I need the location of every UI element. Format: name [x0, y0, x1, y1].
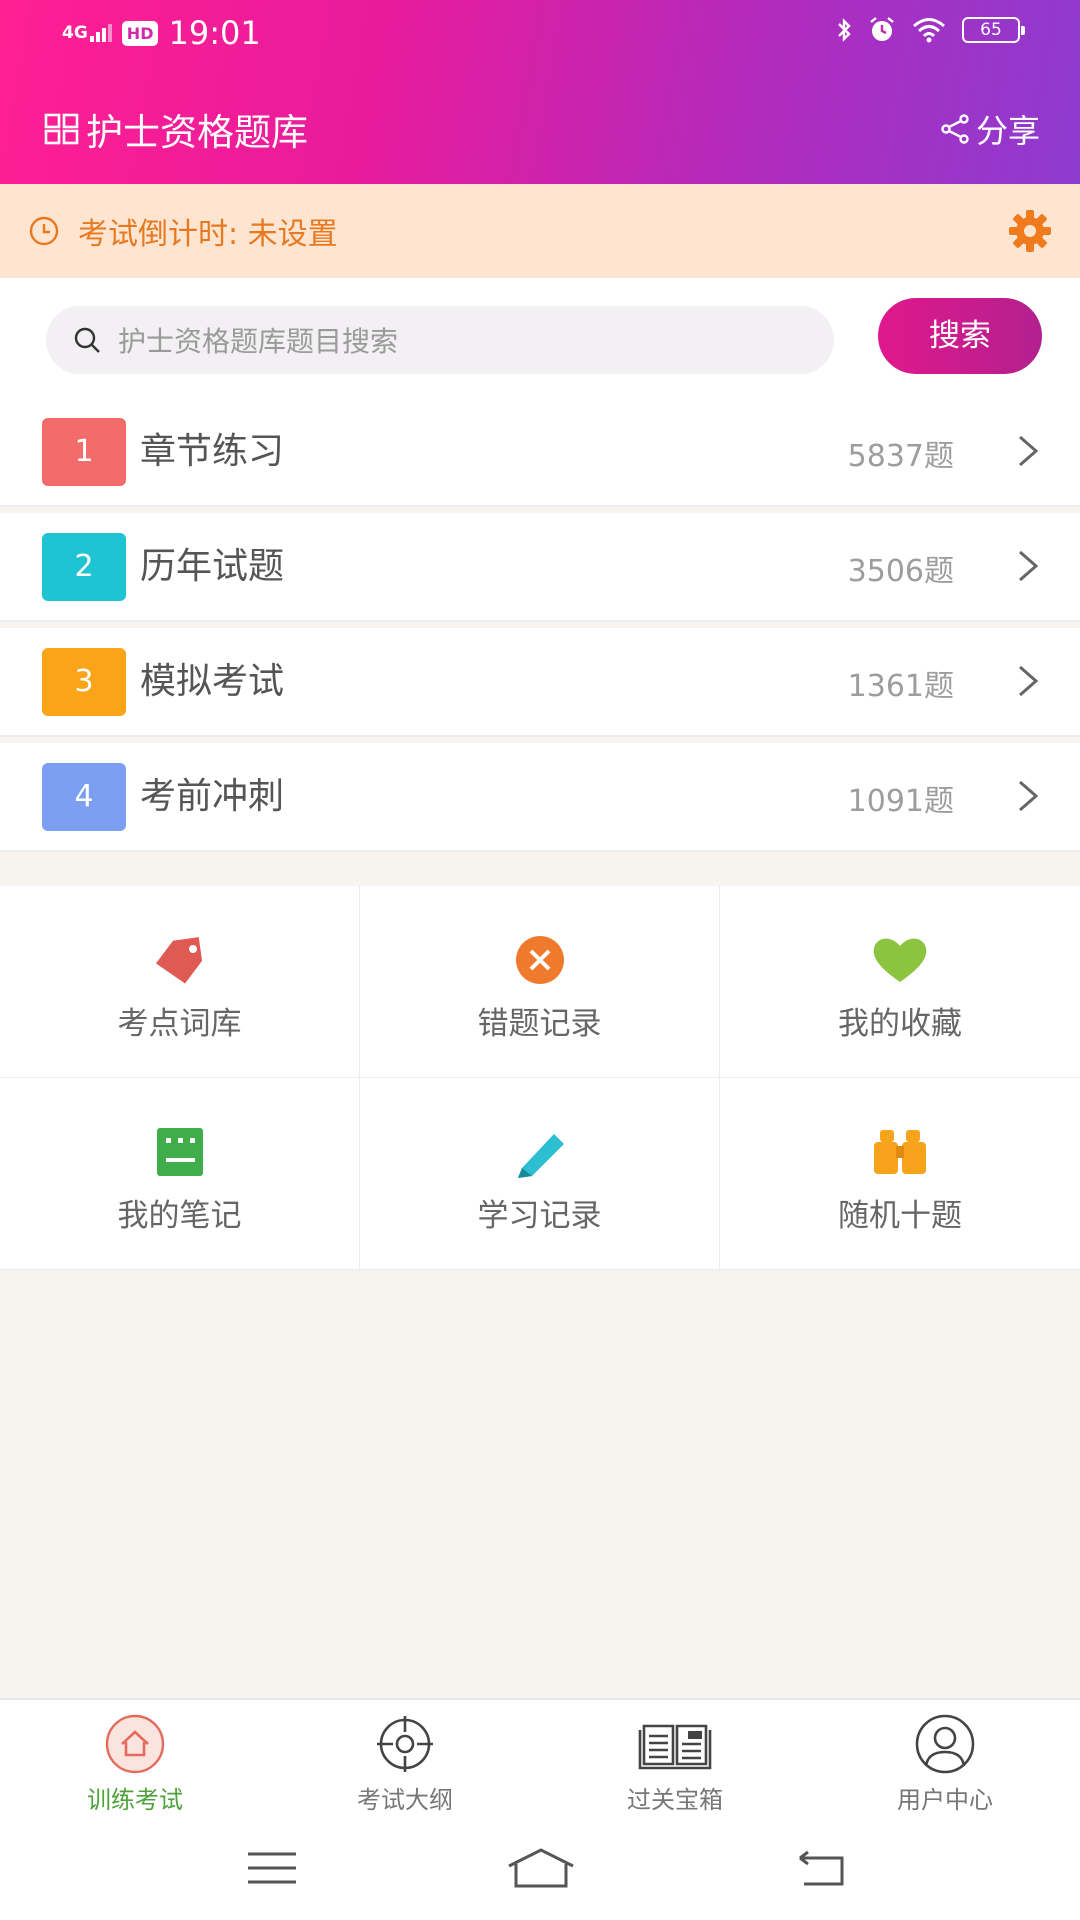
bottom-nav: 训练考试 考试大纲 过关宝箱 用户中心 — [0, 1698, 1080, 1822]
list-index-badge: 2 — [42, 533, 126, 601]
home-icon — [105, 1714, 165, 1774]
header: 4G HD 19:01 65 护士资格题库 分享 — [0, 0, 1080, 184]
status-bar: 4G HD 19:01 65 — [0, 0, 1080, 70]
share-icon — [941, 114, 969, 144]
tool-keyword-library[interactable]: 考点词库 — [0, 886, 360, 1078]
list-item-title: 章节练习 — [140, 431, 285, 472]
tag-icon — [155, 937, 203, 984]
clock-icon — [29, 216, 59, 246]
tab-pass-treasure[interactable]: 过关宝箱 — [540, 1700, 810, 1822]
tool-label: 考点词库 — [117, 1006, 242, 1042]
wrong-x-icon — [516, 936, 564, 984]
battery-indicator: 65 — [962, 17, 1025, 43]
list-item-title: 模拟考试 — [140, 661, 285, 702]
user-icon — [915, 1714, 975, 1774]
list-item-final-sprint[interactable]: 4 考前冲刺 1091题 — [0, 743, 1080, 850]
tool-study-record[interactable]: 学习记录 — [360, 1078, 720, 1270]
tool-label: 错题记录 — [477, 1006, 602, 1042]
status-left: 4G HD 19:01 — [62, 14, 261, 52]
signal-icon — [89, 24, 112, 42]
list-index-badge: 1 — [42, 418, 126, 486]
clock-time: 19:01 — [168, 14, 261, 52]
system-nav-bar — [0, 1822, 1080, 1920]
tool-label: 我的收藏 — [838, 1006, 962, 1042]
chevron-right-icon — [1019, 435, 1039, 467]
list-index-badge: 4 — [42, 763, 126, 831]
exam-countdown-bar[interactable]: 考试倒计时: 未设置 — [0, 184, 1080, 278]
share-button[interactable]: 分享 — [940, 106, 1040, 152]
note-icon — [157, 1128, 203, 1176]
countdown-text: 考试倒计时: 未设置 — [78, 217, 338, 252]
list-index-badge: 3 — [42, 648, 126, 716]
share-label: 分享 — [975, 112, 1040, 150]
search-button[interactable]: 搜索 — [878, 298, 1042, 374]
target-icon — [377, 1716, 433, 1772]
list-item-chapter-practice[interactable]: 1 章节练习 5837题 — [0, 398, 1080, 505]
newspaper-icon — [638, 1724, 712, 1770]
question-count: 5837题 — [847, 439, 954, 474]
tab-label: 过关宝箱 — [627, 1786, 723, 1814]
question-count: 1361题 — [847, 669, 954, 704]
tab-exam-syllabus[interactable]: 考试大纲 — [270, 1700, 540, 1822]
tool-notes[interactable]: 我的笔记 — [0, 1078, 360, 1270]
question-count: 1091题 — [847, 784, 954, 819]
hd-badge: HD — [121, 20, 159, 46]
gear-icon[interactable] — [1006, 207, 1054, 255]
pencil-icon — [518, 1134, 564, 1178]
tool-label: 随机十题 — [838, 1198, 962, 1234]
app-title: 护士资格题库 — [44, 102, 308, 156]
search-placeholder: 护士资格题库题目搜索 — [118, 325, 399, 358]
network-indicator: 4G — [62, 22, 88, 43]
home-nav-icon[interactable] — [506, 1846, 576, 1890]
tab-label: 考试大纲 — [357, 1786, 453, 1814]
search-section: 护士资格题库题目搜索 搜索 — [0, 278, 1080, 398]
chevron-right-icon — [1019, 780, 1039, 812]
tool-favorites[interactable]: 我的收藏 — [720, 886, 1080, 1078]
bluetooth-icon — [838, 18, 851, 42]
tool-label: 我的笔记 — [117, 1198, 242, 1234]
tool-label: 学习记录 — [477, 1198, 602, 1234]
grid-menu-icon[interactable] — [44, 113, 80, 145]
list-item-title: 历年试题 — [140, 546, 285, 587]
tab-user-center[interactable]: 用户中心 — [810, 1700, 1080, 1822]
list-item-mock-exam[interactable]: 3 模拟考试 1361题 — [0, 628, 1080, 735]
app-bar: 护士资格题库 分享 — [0, 96, 1080, 160]
tools-grid: 考点词库 错题记录 我的收藏 我的笔记 学习记录 随机十题 — [0, 886, 1080, 1270]
question-count: 3506题 — [847, 554, 954, 589]
practice-list: 1 章节练习 5837题 2 历年试题 3506题 3 模拟考试 1361题 4… — [0, 398, 1080, 858]
tab-label: 训练考试 — [87, 1786, 183, 1814]
chevron-right-icon — [1019, 665, 1039, 697]
heart-icon — [873, 938, 927, 982]
tool-random-ten[interactable]: 随机十题 — [720, 1078, 1080, 1270]
alarm-icon — [870, 17, 894, 41]
list-item-title: 考前冲刺 — [140, 776, 285, 817]
status-right: 65 — [836, 16, 1025, 44]
search-input[interactable]: 护士资格题库题目搜索 — [46, 306, 834, 374]
tab-training-exam[interactable]: 训练考试 — [0, 1700, 270, 1822]
search-icon — [74, 327, 100, 353]
chevron-right-icon — [1019, 550, 1039, 582]
binoculars-icon — [874, 1130, 926, 1174]
tool-wrong-answers[interactable]: 错题记录 — [360, 886, 720, 1078]
wifi-icon — [913, 18, 945, 43]
tab-label: 用户中心 — [897, 1786, 993, 1814]
list-item-past-exams[interactable]: 2 历年试题 3506题 — [0, 513, 1080, 620]
app-title-text: 护士资格题库 — [86, 111, 308, 154]
back-icon[interactable] — [796, 1850, 848, 1890]
menu-icon[interactable] — [246, 1850, 298, 1886]
